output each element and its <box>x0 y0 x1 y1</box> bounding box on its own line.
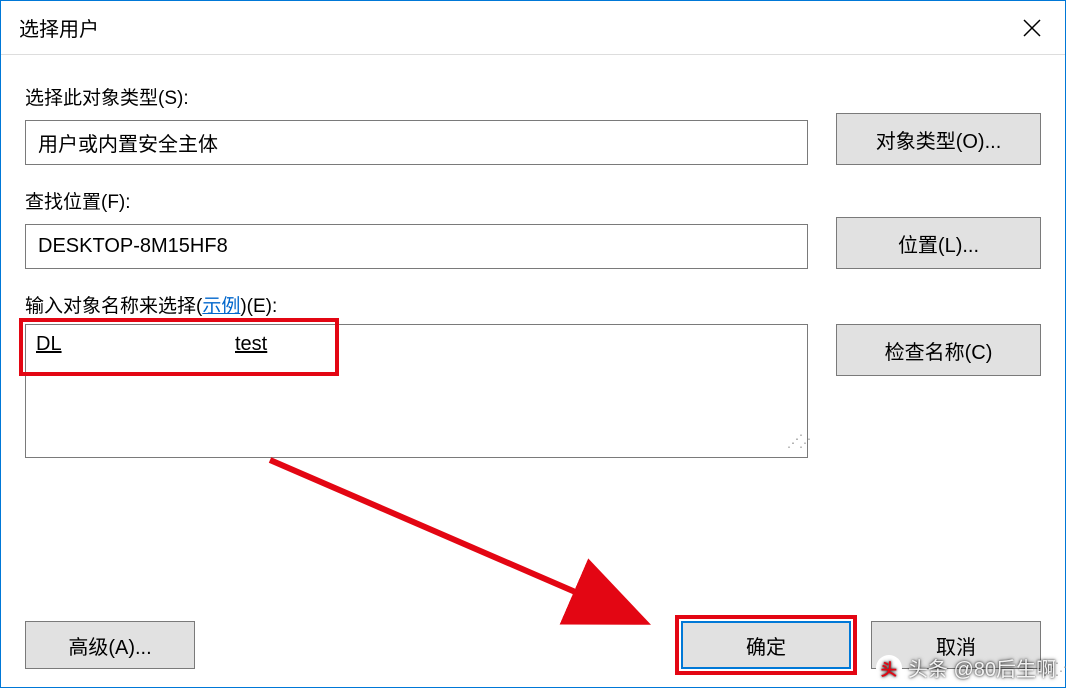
window-title: 选择用户 <box>19 13 99 42</box>
cancel-button[interactable]: 取消 <box>871 621 1041 669</box>
object-type-label: 选择此对象类型(S): <box>25 83 808 110</box>
object-type-field <box>25 120 808 165</box>
object-types-button[interactable]: 对象类型(O)... <box>836 113 1041 165</box>
check-names-button[interactable]: 检查名称(C) <box>836 324 1041 376</box>
object-name-label-suffix: )(E): <box>240 296 277 317</box>
ok-button[interactable]: 确定 <box>681 621 851 669</box>
dialog-footer: 高级(A)... 确定 取消 ⋰⋰⋰ <box>25 621 1041 669</box>
object-name-label-prefix: 输入对象名称来选择( <box>25 296 202 317</box>
location-field <box>25 224 808 269</box>
object-name-input[interactable]: DLXXXXXXXXXXXXXtest ⋰⋰⋰ <box>25 324 808 458</box>
window-resize-grip-icon: ⋰⋰⋰ <box>1043 665 1059 681</box>
dialog-content: 选择此对象类型(S): 对象类型(O)... 查找位置(F): 位置(L)...… <box>1 55 1065 687</box>
location-label: 查找位置(F): <box>25 187 808 214</box>
advanced-button[interactable]: 高级(A)... <box>25 621 195 669</box>
examples-link[interactable]: 示例 <box>202 296 240 317</box>
titlebar[interactable]: 选择用户 <box>1 1 1065 55</box>
dialog-window: 选择用户 选择此对象类型(S): 对象类型(O)... 查找位置(F): 位置(… <box>0 0 1066 688</box>
close-button[interactable] <box>999 1 1065 55</box>
resize-grip-icon: ⋰⋰⋰ <box>787 437 803 453</box>
close-icon <box>1023 19 1041 37</box>
locations-button[interactable]: 位置(L)... <box>836 217 1041 269</box>
object-name-value: DLXXXXXXXXXXXXXtest <box>36 333 267 355</box>
